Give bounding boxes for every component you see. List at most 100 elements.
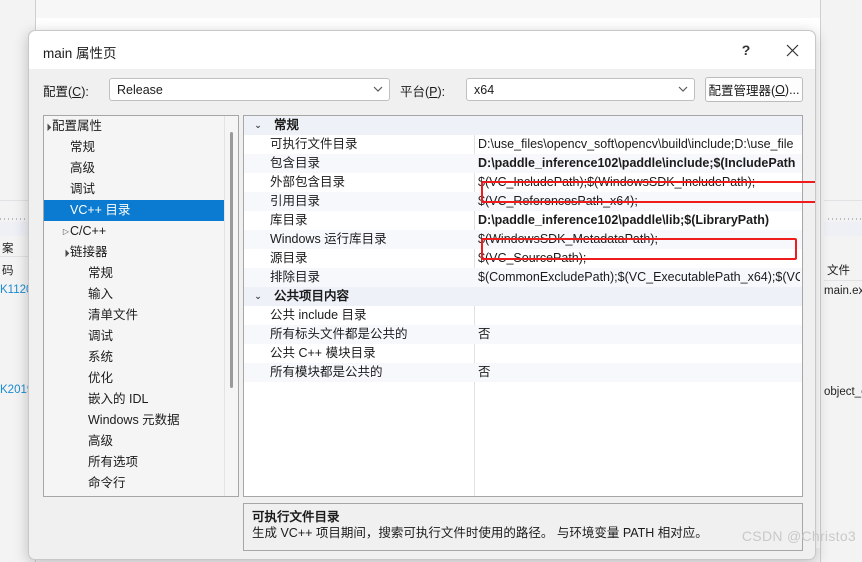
description-title: 可执行文件目录 xyxy=(252,510,340,524)
tree-item-label: VC++ 目录 xyxy=(70,203,131,217)
grid-property-name: 包含目录 xyxy=(270,156,321,170)
grid-property-row[interactable]: 公共 include 目录 xyxy=(244,306,802,325)
grid-property-value[interactable]: D:\paddle_inference102\paddle\include;$(… xyxy=(478,154,800,173)
grid-property-row[interactable]: 包含目录 D:\paddle_inference102\paddle\includ… xyxy=(244,154,802,173)
background-divider xyxy=(824,280,862,281)
configuration-manager-button[interactable]: 配置管理器(O)... xyxy=(705,77,803,102)
background-right-panel xyxy=(820,0,862,562)
description-panel: 可执行文件目录 生成 VC++ 项目期间，搜索可执行文件时使用的路径。 与环境变… xyxy=(243,503,803,551)
grid-property-row[interactable]: Windows 运行库目录 $(WindowsSDK_MetadataPath); xyxy=(244,230,802,249)
property-grid-rows: ⌄ 常规可执行文件目录 D:\use_files\opencv_soft\openc… xyxy=(244,116,802,382)
property-grid-panel[interactable]: ⌄ 常规可执行文件目录 D:\use_files\opencv_soft\openc… xyxy=(243,115,803,497)
grid-property-row[interactable]: 库目录 D:\paddle_inference102\paddle\lib;$(L… xyxy=(244,211,802,230)
description-body: 生成 VC++ 项目期间，搜索可执行文件时使用的路径。 与环境变量 PATH 相… xyxy=(252,526,708,540)
tree-scrollbar[interactable] xyxy=(224,116,238,496)
grid-property-row[interactable]: 外部包含目录 $(VC_IncludePath);$(WindowsSDK_Inc… xyxy=(244,173,802,192)
configuration-select[interactable]: Release xyxy=(109,78,390,101)
grid-property-name: 引用目录 xyxy=(270,194,321,208)
tree-item-13[interactable]: 嵌入的 IDL xyxy=(44,389,224,410)
tree-item-6[interactable]: 链接器 xyxy=(44,242,224,263)
tree-item-7[interactable]: 常规 xyxy=(44,263,224,284)
tree-item-4[interactable]: VC++ 目录 xyxy=(44,200,226,221)
tree-item-label: C/C++ xyxy=(70,224,107,238)
grid-property-name: 所有模块都是公共的 xyxy=(270,365,383,379)
grid-property-value[interactable]: 否 xyxy=(478,325,800,344)
chevron-down-icon xyxy=(676,85,690,94)
tree-item-16[interactable]: 所有选项 xyxy=(44,452,224,473)
grid-property-row[interactable]: 所有模块都是公共的 否 xyxy=(244,363,802,382)
tree-item-label: 清单工具 xyxy=(70,494,120,496)
grid-category-row[interactable]: ⌄ 常规 xyxy=(244,116,802,135)
tree-item-label: 链接器 xyxy=(70,245,108,259)
tree-item-label: 命令行 xyxy=(88,476,126,490)
tree-item-17[interactable]: 命令行 xyxy=(44,473,224,494)
configuration-select-value: Release xyxy=(117,82,163,97)
tree-item-14[interactable]: Windows 元数据 xyxy=(44,410,224,431)
tree-item-15[interactable]: 高级 xyxy=(44,431,224,452)
tree-item-label: 系统 xyxy=(88,350,114,364)
help-icon[interactable]: ? xyxy=(723,31,769,69)
tree-item-label: 优化 xyxy=(88,371,114,385)
grid-property-row[interactable]: 排除目录 $(CommonExcludePath);$(VC_Executable… xyxy=(244,268,802,287)
background-divider xyxy=(824,200,862,201)
grid-property-value[interactable]: $(VC_ReferencesPath_x64); xyxy=(478,192,800,211)
tree-item-label: 清单文件 xyxy=(88,308,139,322)
grid-property-value[interactable]: $(CommonExcludePath);$(VC_ExecutablePath… xyxy=(478,268,800,287)
grid-property-name: 库目录 xyxy=(270,213,308,227)
grid-property-value[interactable]: $(WindowsSDK_MetadataPath); xyxy=(478,230,800,249)
configuration-bar: 配置(C): Release 平台(P): x64 配置管理器(O)... xyxy=(29,69,815,109)
grid-property-value[interactable]: $(VC_IncludePath);$(WindowsSDK_IncludePa… xyxy=(478,173,800,192)
grid-property-row[interactable]: 所有标头文件都是公共的 否 xyxy=(244,325,802,344)
tree-item-10[interactable]: 调试 xyxy=(44,326,224,347)
tree-item-0[interactable]: 配置属性 xyxy=(44,116,224,137)
background-text-right-2: object_c xyxy=(824,386,862,398)
tree-item-12[interactable]: 优化 xyxy=(44,368,224,389)
background-row-band xyxy=(824,222,862,236)
grid-property-row[interactable]: 可执行文件目录 D:\use_files\opencv_soft\opencv\b… xyxy=(244,135,802,154)
property-tree-panel[interactable]: 配置属性常规高级调试VC++ 目录C/C++链接器常规输入清单文件调试系统优化嵌… xyxy=(43,115,239,497)
tree-item-11[interactable]: 系统 xyxy=(44,347,224,368)
tree-item-label: 输入 xyxy=(88,287,114,301)
background-text-right-1: main.exe xyxy=(824,285,862,297)
platform-select-value: x64 xyxy=(474,82,495,97)
tree-item-label: 高级 xyxy=(70,161,96,175)
property-tree[interactable]: 配置属性常规高级调试VC++ 目录C/C++链接器常规输入清单文件调试系统优化嵌… xyxy=(44,116,226,496)
tree-item-3[interactable]: 调试 xyxy=(44,179,224,200)
tree-item-label: 常规 xyxy=(88,266,114,280)
grid-category-row[interactable]: ⌄ 公共项目内容 xyxy=(244,287,802,306)
screen: 案 码 K1120 K2019 文件 main.exe object_c mai… xyxy=(0,0,862,562)
tree-item-1[interactable]: 常规 xyxy=(44,137,224,158)
configuration-label: 配置(C): xyxy=(43,85,89,99)
tree-item-label: 高级 xyxy=(88,434,114,448)
tree-item-label: 调试 xyxy=(88,329,114,343)
grid-property-value[interactable]: 否 xyxy=(478,363,800,382)
grid-property-name: 公共 C++ 模块目录 xyxy=(270,346,376,360)
platform-label: 平台(P): xyxy=(400,85,446,99)
chevron-down-icon[interactable]: ⌄ xyxy=(252,287,264,306)
platform-select[interactable]: x64 xyxy=(466,78,695,101)
tree-item-2[interactable]: 高级 xyxy=(44,158,224,179)
grid-property-value[interactable]: D:\paddle_inference102\paddle\lib;$(Libr… xyxy=(478,211,800,230)
grid-property-name: 常规 xyxy=(274,118,300,132)
tree-item-5[interactable]: C/C++ xyxy=(44,221,224,242)
grid-property-row[interactable]: 源目录 $(VC_SourcePath); xyxy=(244,249,802,268)
page-title: main 属性页 xyxy=(43,46,117,61)
close-icon[interactable] xyxy=(769,31,815,69)
tree-item-label: 嵌入的 IDL xyxy=(88,392,149,406)
tree-item-18[interactable]: 清单工具 xyxy=(44,494,224,496)
tree-item-label: 常规 xyxy=(70,140,96,154)
tree-item-8[interactable]: 输入 xyxy=(44,284,224,305)
tree-item-label: Windows 元数据 xyxy=(88,413,180,427)
tree-item-label: 所有选项 xyxy=(88,455,139,469)
grid-property-value[interactable]: $(VC_SourcePath); xyxy=(478,249,800,268)
background-text-left-1: 码 xyxy=(2,265,14,277)
grid-property-row[interactable]: 引用目录 $(VC_ReferencesPath_x64); xyxy=(244,192,802,211)
property-pages-dialog: main 属性页 ? 配置(C): Release 平台(P): x64 配置管… xyxy=(28,30,816,560)
background-text-right-0: 文件 xyxy=(827,265,850,277)
tree-scrollbar-thumb[interactable] xyxy=(230,132,233,388)
chevron-down-icon xyxy=(371,85,385,94)
chevron-down-icon[interactable]: ⌄ xyxy=(252,116,264,135)
grid-property-row[interactable]: 公共 C++ 模块目录 xyxy=(244,344,802,363)
tree-item-9[interactable]: 清单文件 xyxy=(44,305,224,326)
grid-property-value[interactable]: D:\use_files\opencv_soft\opencv\build\in… xyxy=(478,135,800,154)
